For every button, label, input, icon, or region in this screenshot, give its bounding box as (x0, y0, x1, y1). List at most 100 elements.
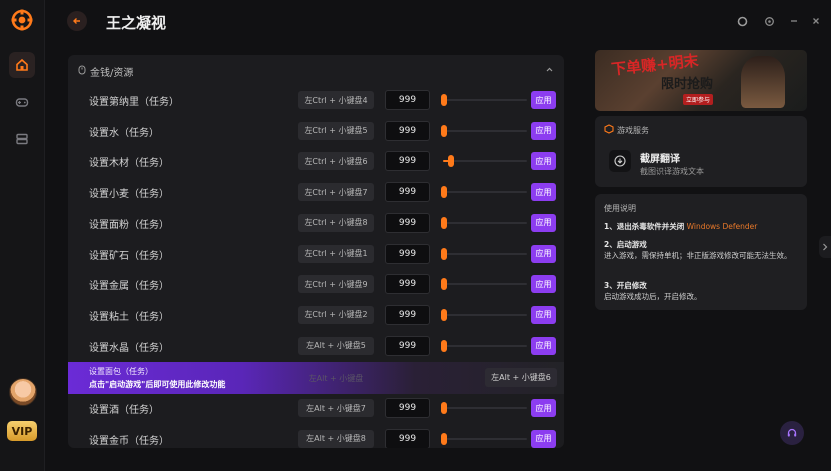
nav-library[interactable] (9, 126, 35, 152)
service-desc: 截图识译游戏文本 (640, 167, 704, 176)
slider-handle[interactable] (441, 432, 447, 445)
cheat-name: 设置酒（任务） (89, 405, 159, 416)
guide-step-2: 2、启动游戏 进入游戏，需保持单机；非正版游戏修改可能无法生效。 (604, 239, 800, 261)
usage-guide-panel: 使用说明 1、退出杀毒软件并关闭 Windows Defender 2、启动游戏… (595, 194, 807, 310)
apply-button[interactable]: 应用 (531, 183, 556, 202)
value-input[interactable]: 999 (385, 398, 430, 418)
launch-notice-text: 点击"启动游戏"后即可使用此修改功能 (89, 380, 226, 389)
value-input[interactable]: 999 (385, 428, 430, 448)
value-slider[interactable] (441, 94, 527, 106)
hotkey-button[interactable]: 左Ctrl + 小键盘5 (298, 121, 374, 140)
value-input[interactable]: 999 (385, 274, 430, 295)
settings-button[interactable] (762, 14, 776, 28)
hotkey-button[interactable]: 左Alt + 小键盘8 (298, 429, 374, 448)
header: 王之凝视 (45, 0, 831, 44)
hotkey-button[interactable]: 左Ctrl + 小键盘2 (298, 305, 374, 324)
apply-button[interactable]: 应用 (531, 121, 556, 140)
guide-step2-body: 进入游戏，需保持单机；非正版游戏修改可能无法生效。 (604, 251, 792, 260)
value-slider[interactable] (441, 308, 527, 321)
promo-figure (741, 56, 785, 108)
cheat-name: 设置金币（任务） (89, 435, 169, 447)
nav-games[interactable] (9, 89, 35, 115)
hotkey-button[interactable]: 左Ctrl + 小键盘8 (298, 213, 374, 232)
minimize-icon (791, 20, 797, 22)
guide-step3-body: 启动游戏成功后，开启修改。 (604, 292, 702, 301)
apply-button[interactable]: 应用 (531, 244, 556, 263)
cheat-row: 设置木材（任务） 左Ctrl + 小键盘6 999 应用 (68, 146, 564, 176)
apply-button[interactable]: 应用 (531, 275, 556, 294)
slider-handle[interactable] (441, 216, 447, 229)
slider-handle[interactable] (448, 155, 454, 168)
cheat-row: 设置金属（任务） 左Ctrl + 小键盘9 999 应用 (68, 269, 564, 299)
value-input[interactable]: 999 (385, 151, 430, 172)
hotkey-button[interactable]: 左Ctrl + 小键盘1 (298, 244, 374, 263)
section-header[interactable]: 金钱/资源 (68, 55, 564, 85)
slider-handle[interactable] (441, 402, 447, 414)
guide-step-1: 1、退出杀毒软件并关闭 Windows Defender (604, 221, 800, 232)
value-input[interactable]: 999 (385, 90, 430, 110)
chevron-up-icon[interactable] (545, 65, 554, 74)
value-slider[interactable] (441, 216, 527, 229)
value-slider[interactable] (441, 278, 527, 291)
support-button[interactable] (780, 421, 804, 445)
cheat-row: 设置水（任务） 左Ctrl + 小键盘5 999 应用 (68, 116, 564, 146)
theme-button[interactable] (735, 14, 749, 28)
value-slider[interactable] (443, 155, 527, 168)
value-slider[interactable] (441, 247, 527, 260)
hotkey-button[interactable]: 左Ctrl + 小键盘7 (298, 183, 374, 202)
apply-button[interactable]: 应用 (531, 213, 556, 232)
value-slider[interactable] (441, 186, 527, 199)
settings-icon (764, 16, 774, 26)
apply-button[interactable]: 应用 (531, 152, 556, 171)
promo-banner[interactable]: 下单赚+明末 限时抢购 立即参与 (595, 50, 807, 111)
value-slider[interactable] (441, 402, 527, 414)
cheat-name: 设置金属（任务） (89, 281, 169, 293)
page-title: 王之凝视 (106, 14, 167, 32)
value-input[interactable]: 999 (385, 335, 430, 356)
value-input[interactable]: 999 (385, 212, 430, 233)
apply-button[interactable]: 应用 (531, 305, 556, 324)
hotkey-button[interactable]: 左Ctrl + 小键盘6 (298, 152, 374, 171)
value-input[interactable]: 999 (385, 182, 430, 203)
box-icon (16, 133, 28, 145)
slider-handle[interactable] (441, 247, 447, 260)
value-slider[interactable] (441, 339, 527, 352)
value-input[interactable]: 999 (385, 243, 430, 264)
back-button[interactable] (67, 11, 87, 31)
apply-button[interactable]: 应用 (531, 399, 556, 417)
vip-badge[interactable]: VIP (7, 421, 37, 441)
hotkey-button[interactable]: 左Alt + 小键盘5 (298, 336, 374, 355)
value-input[interactable]: 999 (385, 120, 430, 141)
cheat-name: 设置木材（任务） (89, 158, 169, 170)
slider-handle[interactable] (441, 124, 447, 137)
service-panel-title: 游戏服务 (617, 126, 649, 135)
slider-handle[interactable] (441, 339, 447, 352)
hotkey-button[interactable]: 左Alt + 小键盘7 (298, 399, 374, 417)
value-slider[interactable] (441, 124, 527, 137)
hotkey-button[interactable]: 左Ctrl + 小键盘4 (298, 91, 374, 109)
avatar[interactable] (9, 378, 37, 406)
slider-handle[interactable] (441, 308, 447, 321)
banner-hotkey[interactable]: 左Alt + 小键盘6 (485, 368, 557, 387)
slider-handle[interactable] (441, 278, 447, 291)
apply-button[interactable]: 应用 (531, 429, 556, 448)
guide-step1-title: 1、退出杀毒软件并关闭 (604, 222, 685, 231)
nav-home[interactable] (9, 52, 35, 78)
expand-panel-button[interactable] (819, 236, 831, 258)
slider-handle[interactable] (441, 94, 447, 106)
screenshot-translate-button[interactable] (609, 150, 631, 172)
slider-handle[interactable] (441, 186, 447, 199)
theme-icon (737, 16, 747, 26)
close-icon (813, 18, 819, 24)
service-name[interactable]: 截屏翻译 (640, 150, 680, 165)
hotkey-button[interactable]: 左Ctrl + 小键盘9 (298, 275, 374, 294)
apply-button[interactable]: 应用 (531, 91, 556, 109)
close-button[interactable] (809, 14, 823, 28)
app-logo-icon[interactable] (11, 9, 33, 31)
gamepad-icon (15, 98, 29, 107)
cheat-row: 设置小麦（任务） 左Ctrl + 小键盘7 999 应用 (68, 177, 564, 207)
value-input[interactable]: 999 (385, 304, 430, 325)
apply-button[interactable]: 应用 (531, 336, 556, 355)
minimize-button[interactable] (787, 14, 801, 28)
value-slider[interactable] (441, 432, 527, 445)
